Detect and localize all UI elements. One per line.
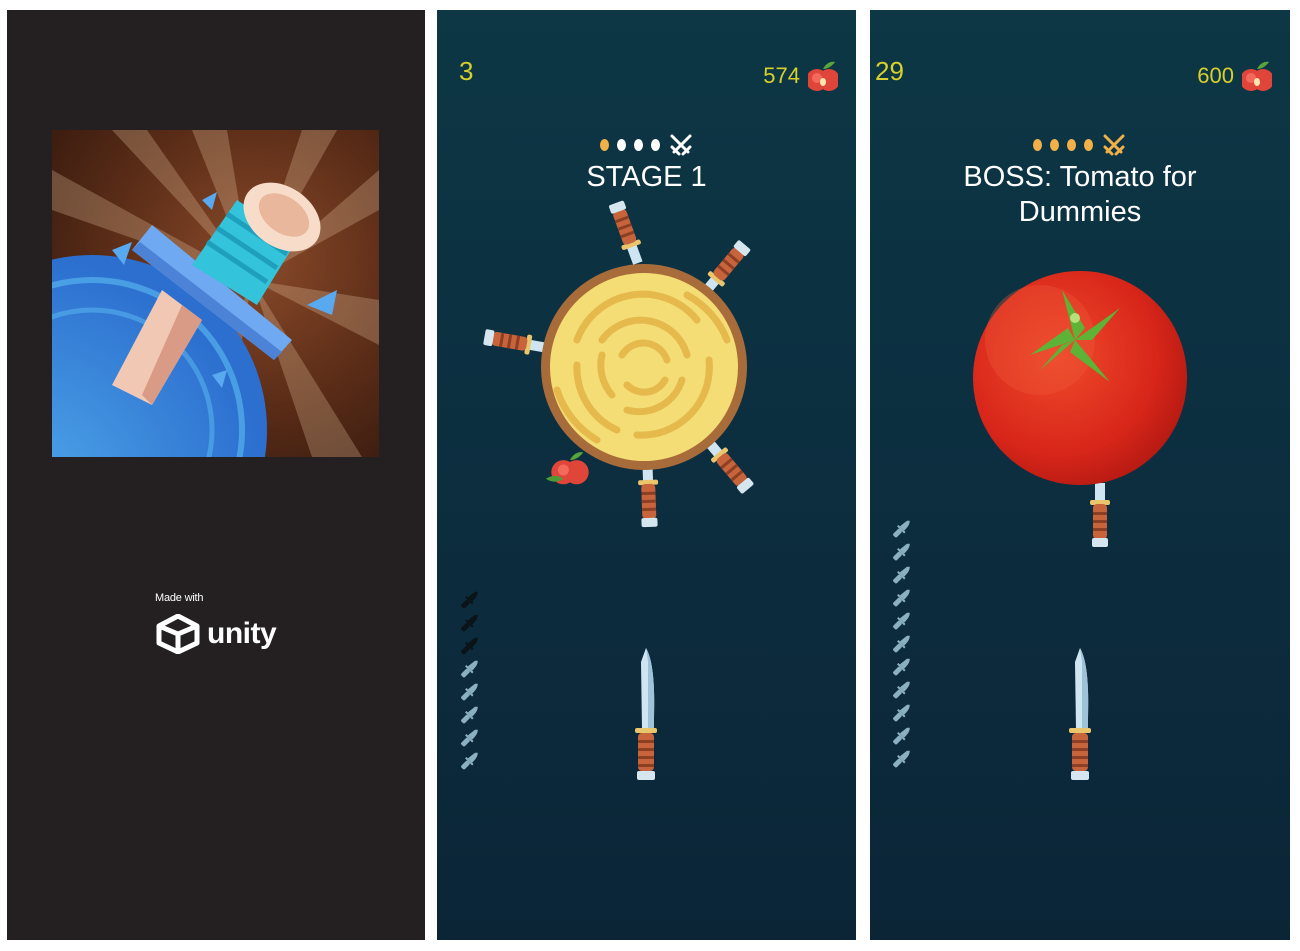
- remaining-knife-icon: [461, 706, 478, 724]
- remaining-knives: [889, 517, 915, 770]
- boss-screen: 29 600 BOSS: Tomato for Dummies: [870, 10, 1290, 940]
- remaining-knife-icon: [893, 727, 910, 745]
- remaining-knife-icon: [461, 660, 478, 678]
- unity-logo: unity: [155, 614, 277, 654]
- remaining-knife-icon: [461, 752, 478, 770]
- stage-screen: 3 574 STAGE 1: [437, 10, 856, 940]
- stuck-knife: [606, 199, 648, 267]
- used-knife-icon: [461, 614, 478, 632]
- remaining-knife-icon: [461, 729, 478, 747]
- stuck-knife: [637, 462, 660, 528]
- unity-cube-icon: [156, 614, 200, 654]
- remaining-knife-icon: [893, 635, 910, 653]
- game-logo-art: [52, 130, 379, 457]
- remaining-knife-icon: [893, 658, 910, 676]
- remaining-knife-icon: [893, 704, 910, 722]
- game-field[interactable]: [870, 10, 1290, 940]
- used-knife-icon: [461, 591, 478, 609]
- player-knife[interactable]: [635, 648, 657, 780]
- game-field[interactable]: [437, 10, 856, 940]
- remaining-knife-icon: [893, 589, 910, 607]
- splash-screen: Made with unity: [7, 10, 425, 940]
- log-target: [541, 264, 747, 470]
- remaining-knife-icon: [893, 566, 910, 584]
- remaining-knives: [457, 588, 483, 772]
- remaining-knife-icon: [893, 612, 910, 630]
- remaining-knife-icon: [893, 681, 910, 699]
- stuck-knife: [1090, 483, 1110, 547]
- remaining-knife-icon: [461, 683, 478, 701]
- remaining-knife-icon: [893, 543, 910, 561]
- player-knife[interactable]: [1069, 648, 1091, 780]
- stuck-knife: [482, 327, 550, 358]
- remaining-knife-icon: [893, 520, 910, 538]
- used-knife-icon: [461, 637, 478, 655]
- remaining-knife-icon: [893, 750, 910, 768]
- apple-target: [545, 452, 589, 485]
- unity-wordmark: unity: [207, 617, 277, 650]
- made-with-label: Made with: [155, 592, 204, 604]
- tomato-boss: [973, 271, 1187, 485]
